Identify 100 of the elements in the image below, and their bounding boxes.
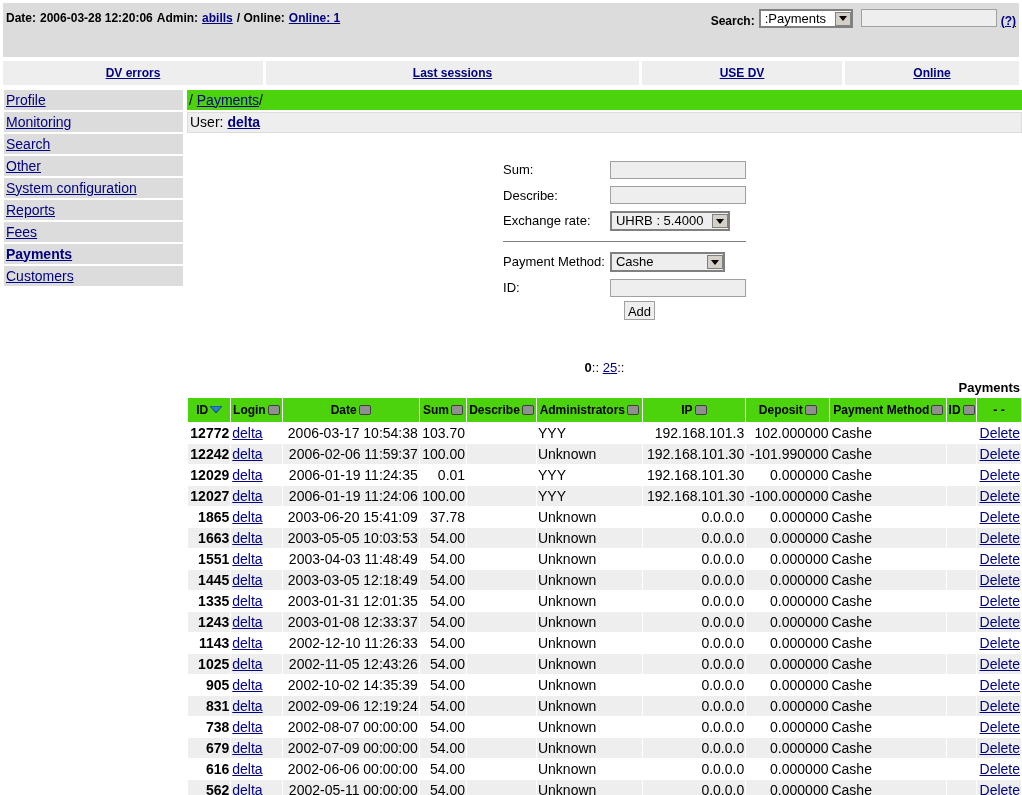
describe-label: Describe: [503, 186, 559, 205]
nav-link[interactable]: USE DV [719, 64, 765, 82]
delete-link[interactable]: Delete [979, 634, 1020, 651]
sort-icon[interactable] [267, 404, 280, 415]
sort-icon[interactable] [694, 404, 707, 415]
add-button[interactable]: Add [623, 300, 656, 320]
table-cell: 562 [205, 781, 230, 795]
delete-link[interactable]: Delete [979, 760, 1020, 777]
table-cell: Cashe [831, 424, 872, 441]
nav-link[interactable]: DV errors [105, 64, 161, 82]
admin-link[interactable]: abills [202, 9, 233, 27]
login-link[interactable]: delta [232, 466, 263, 483]
column-header[interactable]: - - [977, 397, 1021, 422]
sidebar-item[interactable]: Search [4, 134, 183, 154]
login-link[interactable]: delta [232, 508, 263, 525]
sort-icon[interactable] [358, 404, 371, 415]
table-cell: Unknown [537, 676, 597, 693]
login-link[interactable]: delta [232, 781, 263, 795]
delete-link[interactable]: Delete [979, 613, 1020, 630]
login-link[interactable]: delta [232, 445, 263, 462]
delete-link[interactable]: Delete [979, 718, 1020, 735]
sidebar-item[interactable]: Customers [4, 266, 183, 286]
delete-link[interactable]: Delete [979, 550, 1020, 567]
table-cell: 1865 [198, 508, 230, 525]
delete-link[interactable]: Delete [979, 466, 1020, 483]
column-header[interactable]: IP [642, 397, 746, 422]
delete-link[interactable]: Delete [979, 508, 1020, 525]
sidebar-item[interactable]: Profile [4, 90, 183, 110]
login-link[interactable]: delta [232, 613, 263, 630]
table-cell: 54.00 [430, 781, 466, 795]
sidebar-item[interactable]: Fees [4, 222, 183, 242]
login-link[interactable]: delta [232, 739, 263, 756]
sort-descending-icon[interactable] [210, 405, 223, 414]
login-link[interactable]: delta [232, 592, 263, 609]
column-header[interactable]: Payment Method [830, 397, 947, 422]
login-link[interactable]: delta [232, 760, 263, 777]
table-cell: Unknown [537, 508, 597, 525]
sidebar-item[interactable]: Payments [4, 244, 183, 264]
describe-field[interactable] [609, 186, 746, 205]
id-field[interactable] [609, 278, 746, 297]
delete-link[interactable]: Delete [979, 676, 1020, 693]
table-cell: Unknown [537, 571, 597, 588]
column-header[interactable]: Date [282, 397, 419, 422]
delete-link[interactable]: Delete [979, 739, 1020, 756]
sum-field[interactable] [609, 160, 746, 179]
delete-link[interactable]: Delete [979, 571, 1020, 588]
exchange-rate-label: Exchange rate: [503, 212, 592, 231]
delete-link[interactable]: Delete [979, 592, 1020, 609]
sort-icon[interactable] [450, 404, 463, 415]
login-link[interactable]: delta [232, 571, 263, 588]
column-header[interactable]: Login [231, 397, 282, 422]
sort-icon[interactable] [521, 404, 534, 415]
delete-link[interactable]: Delete [979, 424, 1020, 441]
table-cell: 0.000000 [770, 466, 829, 483]
sidebar-item[interactable]: Other [4, 156, 183, 176]
column-header[interactable]: Sum [419, 397, 467, 422]
delete-link[interactable]: Delete [979, 445, 1020, 462]
login-link[interactable]: delta [232, 529, 263, 546]
table-cell: 0.0.0.0 [701, 508, 745, 525]
column-header[interactable]: ID [188, 397, 231, 422]
search-select[interactable]: :Payments [758, 9, 853, 28]
delete-link[interactable]: Delete [979, 655, 1020, 672]
sort-icon[interactable] [962, 404, 975, 415]
search-field[interactable] [860, 9, 997, 27]
login-link[interactable]: delta [232, 697, 263, 714]
login-link[interactable]: delta [232, 718, 263, 735]
delete-link[interactable]: Delete [979, 529, 1020, 546]
nav-link[interactable]: Last sessions [412, 64, 493, 82]
column-header[interactable]: ID [947, 397, 977, 422]
sidebar-item[interactable]: Reports [4, 200, 183, 220]
delete-link[interactable]: Delete [979, 697, 1020, 714]
login-link[interactable]: delta [232, 634, 263, 651]
user-link[interactable]: delta [227, 112, 261, 133]
table-cell: 54.00 [430, 550, 466, 567]
online-link[interactable]: Online: 1 [288, 9, 341, 27]
breadcrumb-link[interactable]: Payments [196, 89, 260, 111]
sort-icon[interactable] [931, 404, 944, 415]
sort-icon[interactable] [804, 404, 817, 415]
table-cell: 2003-06-20 15:41:09 [287, 508, 418, 525]
sidebar-item[interactable]: Monitoring [4, 112, 183, 132]
login-link[interactable]: delta [232, 550, 263, 567]
column-header-label: Payment Method [833, 401, 930, 419]
page-link[interactable]: 25 [602, 357, 618, 377]
login-link[interactable]: delta [232, 676, 263, 693]
column-header[interactable]: Describe [467, 397, 536, 422]
table-cell: 37.78 [430, 508, 466, 525]
login-link[interactable]: delta [232, 424, 263, 441]
delete-link[interactable]: Delete [979, 781, 1020, 795]
help-link[interactable]: (?) [1000, 12, 1016, 30]
nav-link[interactable]: Online [913, 64, 951, 82]
login-link[interactable]: delta [232, 655, 263, 672]
delete-link[interactable]: Delete [979, 487, 1020, 504]
column-header[interactable]: Deposit [746, 397, 830, 422]
sidebar-item[interactable]: System configuration [4, 178, 183, 198]
exchange-rate-select[interactable]: UHRB : 5.4000 [609, 211, 730, 231]
login-link[interactable]: delta [232, 487, 263, 504]
payment-method-select[interactable]: Cashe [609, 252, 725, 272]
sort-icon[interactable] [627, 404, 639, 415]
table-cell: 905 [205, 676, 230, 693]
column-header[interactable]: Administrators [536, 397, 642, 422]
